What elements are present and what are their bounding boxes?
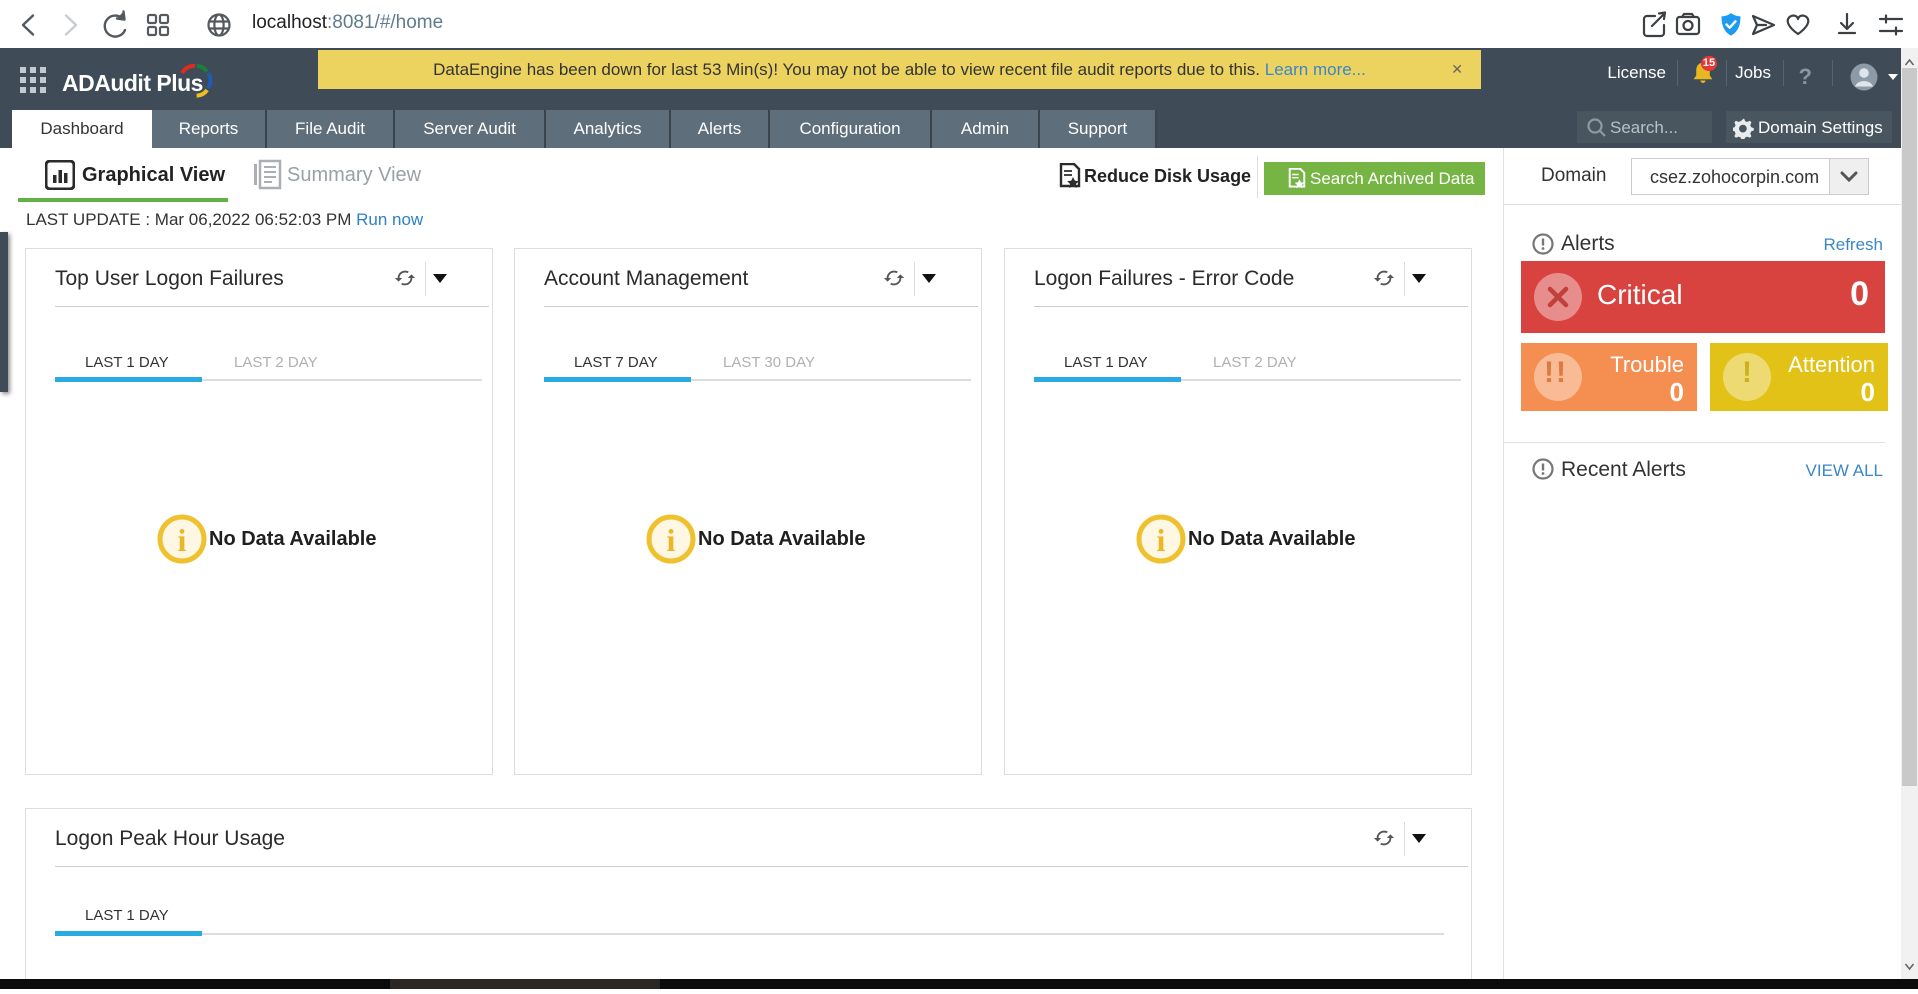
svg-text:i: i — [667, 522, 676, 558]
svg-text:i: i — [1157, 522, 1166, 558]
svg-text:i: i — [178, 522, 187, 558]
